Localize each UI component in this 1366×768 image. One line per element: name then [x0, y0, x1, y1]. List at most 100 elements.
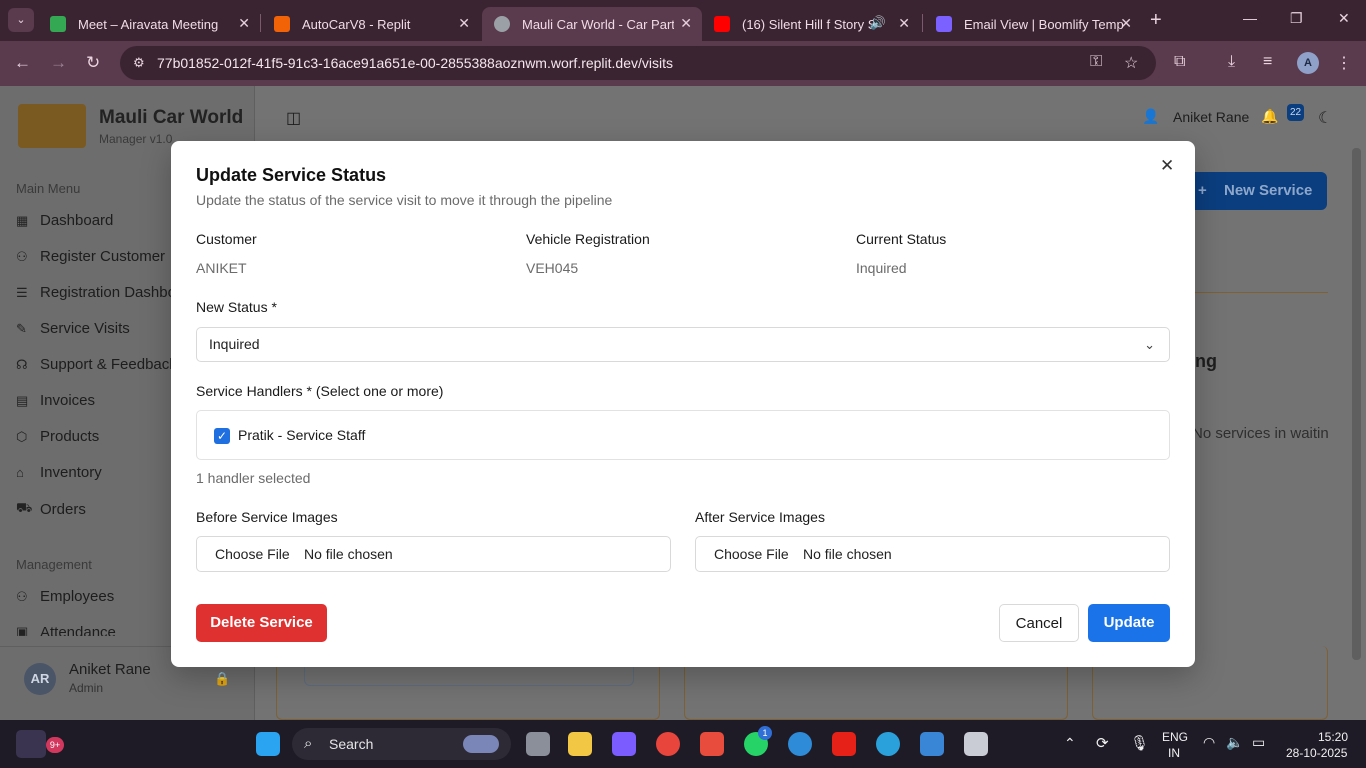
restore-icon[interactable]: ❐ [1290, 10, 1303, 27]
copilot-icon[interactable] [612, 732, 636, 756]
close-icon[interactable]: ✕ [1160, 156, 1174, 176]
before-images-label: Before Service Images [196, 509, 338, 525]
sidebar-item-products[interactable]: ⬡ Products [16, 428, 99, 445]
extensions-icon[interactable]: ⧉ [1174, 53, 1185, 71]
handler-checkbox[interactable]: ✓ [214, 428, 230, 444]
close-icon[interactable]: ✕ [898, 15, 910, 32]
back-icon[interactable]: ← [14, 53, 31, 73]
sidebar-item-support[interactable]: ☊ Support & Feedback [16, 356, 177, 373]
file-explorer-icon[interactable] [568, 732, 592, 756]
new-service-button[interactable]: + New Service [1180, 172, 1327, 210]
sync-icon[interactable]: ⟳ [1096, 734, 1109, 752]
taskbar-search[interactable]: ⌕ Search [292, 728, 511, 760]
sidebar-item-label: Employees [40, 588, 115, 605]
telegram-icon[interactable] [876, 732, 900, 756]
youtube-app-icon[interactable] [832, 732, 856, 756]
moon-icon[interactable]: ☾ [1318, 108, 1332, 128]
close-icon[interactable]: ✕ [238, 15, 250, 32]
profile-avatar[interactable]: A [1297, 52, 1319, 74]
new-service-label: New Service [1224, 182, 1313, 199]
sidebar-item-label: Register Customer [40, 248, 166, 265]
handler-option-label[interactable]: Pratik - Service Staff [238, 427, 365, 443]
snipping-tool-icon[interactable] [964, 732, 988, 756]
menu-icon[interactable]: ⋮ [1336, 53, 1352, 73]
tab-search-button[interactable]: ⌄ [8, 8, 34, 32]
lock-icon[interactable]: 🔒 [214, 671, 230, 687]
scrollbar[interactable] [1352, 148, 1361, 660]
key-icon[interactable]: ⚿ [1090, 53, 1102, 71]
user-plus-icon: ⚇ [16, 248, 28, 264]
delete-service-button[interactable]: Delete Service [196, 604, 327, 642]
volume-icon[interactable]: 🔈 [1226, 734, 1243, 751]
sidebar-item-orders[interactable]: ⛟ Orders [16, 500, 86, 518]
top-user-name: Aniket Rane [1173, 109, 1250, 125]
sidebar-item-label: Attendance [40, 624, 116, 636]
speaker-icon[interactable]: 🔊 [870, 15, 886, 31]
boomlify-icon [936, 16, 952, 32]
sidebar-toggle-icon[interactable]: ◫ [286, 108, 301, 128]
close-icon[interactable]: ✕ [458, 15, 470, 32]
chevron-up-icon[interactable]: ⌃ [1064, 735, 1076, 752]
forward-icon[interactable]: → [50, 53, 67, 73]
minimize-icon[interactable]: — [1243, 10, 1257, 26]
tab-youtube[interactable]: (16) Silent Hill f Story Su... 🔊 ✕ [702, 7, 920, 41]
tab-mauli-car-world[interactable]: Mauli Car World - Car Parts & ... ✕ [482, 7, 702, 41]
bell-icon[interactable]: 🔔 [1261, 108, 1278, 125]
edge-icon[interactable] [788, 732, 812, 756]
management-heading: Management [16, 557, 92, 572]
wifi-icon[interactable]: ◠ [1203, 734, 1215, 751]
language-indicator[interactable]: ENG [1162, 730, 1188, 744]
whatsapp-icon[interactable]: 1 [744, 726, 772, 756]
windows-start-icon[interactable] [256, 732, 280, 756]
customer-label: Customer [196, 231, 257, 247]
address-bar[interactable]: ⚙ 77b01852-012f-41f5-91c3-16ace91a651e-0… [120, 46, 1156, 80]
sidebar-item-dashboard[interactable]: ▦ Dashboard [16, 212, 113, 229]
sidebar-item-invoices[interactable]: ▤ Invoices [16, 392, 95, 409]
tab-meet[interactable]: Meet – Airavata Meeting ✕ [38, 7, 260, 41]
reload-icon[interactable]: ↻ [86, 53, 100, 73]
tab-boomlify[interactable]: Email View | Boomlify Tempo... ✕ [924, 7, 1142, 41]
download-icon[interactable]: ⤓ [1228, 53, 1235, 71]
notification-badge: 22 [1287, 104, 1304, 121]
globe-icon [494, 16, 510, 32]
before-images-input[interactable]: Choose File No file chosen [196, 536, 671, 572]
tab-replit[interactable]: AutoCarV8 - Replit ✕ [262, 7, 480, 41]
widgets-icon[interactable]: 9+ [16, 730, 64, 758]
chrome-icon[interactable] [656, 732, 680, 756]
warehouse-icon: ⌂ [16, 465, 24, 480]
microphone-icon[interactable]: 🎙 [1130, 734, 1149, 752]
user-role: Admin [69, 681, 104, 695]
meet-icon [50, 16, 66, 32]
close-window-icon[interactable]: ✕ [1338, 10, 1350, 27]
sidebar-item-label: Dashboard [40, 212, 114, 229]
clock-time[interactable]: 15:20 [1318, 730, 1348, 744]
task-view-icon[interactable] [526, 732, 550, 756]
new-tab-button[interactable]: + [1150, 9, 1162, 32]
choose-file-button[interactable]: Choose File [215, 537, 290, 571]
update-button[interactable]: Update [1088, 604, 1170, 642]
after-images-label: After Service Images [695, 509, 825, 525]
new-status-select[interactable]: Inquired ⌄ [196, 327, 1170, 362]
notepad-icon[interactable] [920, 732, 944, 756]
sidebar-item-register-customer[interactable]: ⚇ Register Customer [16, 248, 165, 265]
main-menu-heading: Main Menu [16, 181, 81, 196]
close-icon[interactable]: ✕ [680, 15, 692, 32]
bookmark-star-icon[interactable]: ☆ [1124, 53, 1138, 73]
cancel-button[interactable]: Cancel [999, 604, 1079, 642]
sidebar-item-employees[interactable]: ⚇ Employees [16, 588, 114, 605]
sidebar-item-inventory[interactable]: ⌂ Inventory [16, 464, 102, 481]
media-control-icon[interactable]: ≡ [1263, 53, 1272, 71]
sidebar-item-label: Inventory [40, 464, 102, 481]
choose-file-button[interactable]: Choose File [714, 537, 789, 571]
search-highlight-icon [463, 735, 499, 753]
ms-store-icon[interactable] [700, 732, 724, 756]
battery-icon[interactable]: ▭ [1252, 734, 1265, 751]
after-images-input[interactable]: Choose File No file chosen [695, 536, 1170, 572]
sidebar-item-service-visits[interactable]: ✎ Service Visits [16, 320, 130, 337]
clock-date[interactable]: 28-10-2025 [1286, 746, 1347, 760]
user-name: Aniket Rane [69, 661, 151, 678]
site-settings-icon[interactable]: ⚙ [133, 55, 145, 71]
sidebar-item-attendance[interactable]: ▣ Attendance [16, 624, 116, 636]
close-icon[interactable]: ✕ [1120, 15, 1132, 32]
vehicle-label: Vehicle Registration [526, 231, 650, 247]
